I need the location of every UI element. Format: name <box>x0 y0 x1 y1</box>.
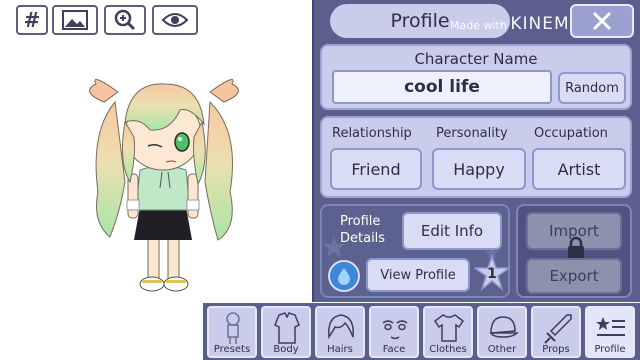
tab-presets[interactable]: Presets <box>207 306 257 358</box>
tab-label: Presets <box>213 344 251 355</box>
profile-panel: Profile Made with KINEMASTER Character N… <box>312 0 640 302</box>
visibility-button[interactable] <box>152 5 198 35</box>
occupation-button[interactable]: Artist <box>532 148 626 190</box>
import-export-card: Import Export <box>516 204 632 298</box>
relationship-label: Relationship <box>332 126 412 141</box>
tab-label: Profile <box>594 344 626 355</box>
view-profile-button[interactable]: View Profile <box>366 258 470 292</box>
profile-details-label-1: Profile <box>340 214 381 229</box>
tab-label: Clothes <box>429 344 467 355</box>
tab-props[interactable]: Props <box>531 306 581 358</box>
face-icon <box>382 320 408 340</box>
star-count: 1 <box>487 266 497 282</box>
cap-icon <box>489 316 519 338</box>
zoom-button[interactable] <box>104 5 146 35</box>
export-label: Export <box>549 267 599 285</box>
category-tab-bar: Presets Body Hairs Face Clothes Other Pr… <box>203 303 640 360</box>
tab-body[interactable]: Body <box>261 306 311 358</box>
star-rating-button[interactable]: 1 <box>472 253 512 294</box>
water-drop-icon <box>338 268 350 285</box>
tab-hairs[interactable]: Hairs <box>315 306 365 358</box>
shirt-icon <box>433 314 465 342</box>
presets-icon <box>226 312 240 344</box>
profile-list-icon <box>596 317 625 336</box>
eye-icon <box>161 13 189 27</box>
close-button[interactable] <box>570 4 634 38</box>
hair-icon <box>328 314 354 340</box>
tab-label: Other <box>487 344 517 355</box>
tab-clothes[interactable]: Clothes <box>423 306 473 358</box>
tab-other[interactable]: Other <box>477 306 527 358</box>
image-icon <box>62 10 88 30</box>
tab-label: Hairs <box>327 344 353 355</box>
water-drop-button[interactable] <box>328 260 360 292</box>
tab-profile[interactable]: Profile <box>585 306 635 358</box>
profile-details-card: Profile Details Edit Info View Profile 1 <box>320 204 512 298</box>
tab-label: Face <box>382 344 406 355</box>
personality-button[interactable]: Happy <box>432 148 526 190</box>
traits-card: Relationship Personality Occupation Frie… <box>320 116 632 198</box>
character-name-input[interactable]: cool life <box>332 70 552 104</box>
character-name-label: Character Name <box>414 50 538 68</box>
grid-toggle-button[interactable]: # <box>16 5 48 35</box>
lock-icon <box>568 236 584 259</box>
background-button[interactable] <box>52 5 98 35</box>
grid-label: # <box>23 8 41 32</box>
tab-label: Props <box>542 344 570 355</box>
tab-face[interactable]: Face <box>369 306 419 358</box>
export-button[interactable]: Export <box>526 258 622 294</box>
personality-label: Personality <box>436 126 508 141</box>
close-icon <box>592 11 612 31</box>
profile-details-label-2: Details <box>340 231 386 246</box>
sword-icon <box>544 314 572 344</box>
edit-info-button[interactable]: Edit Info <box>402 212 502 250</box>
relationship-button[interactable]: Friend <box>330 148 422 190</box>
tab-label: Body <box>273 344 299 355</box>
character-name-card: Character Name cool life Random <box>320 44 632 110</box>
occupation-label: Occupation <box>534 126 608 141</box>
watermark-prefix: Made with <box>450 19 507 32</box>
random-name-button[interactable]: Random <box>558 72 626 104</box>
zoom-in-icon <box>114 9 136 31</box>
character-preview[interactable] <box>70 62 260 307</box>
body-icon <box>274 312 300 344</box>
